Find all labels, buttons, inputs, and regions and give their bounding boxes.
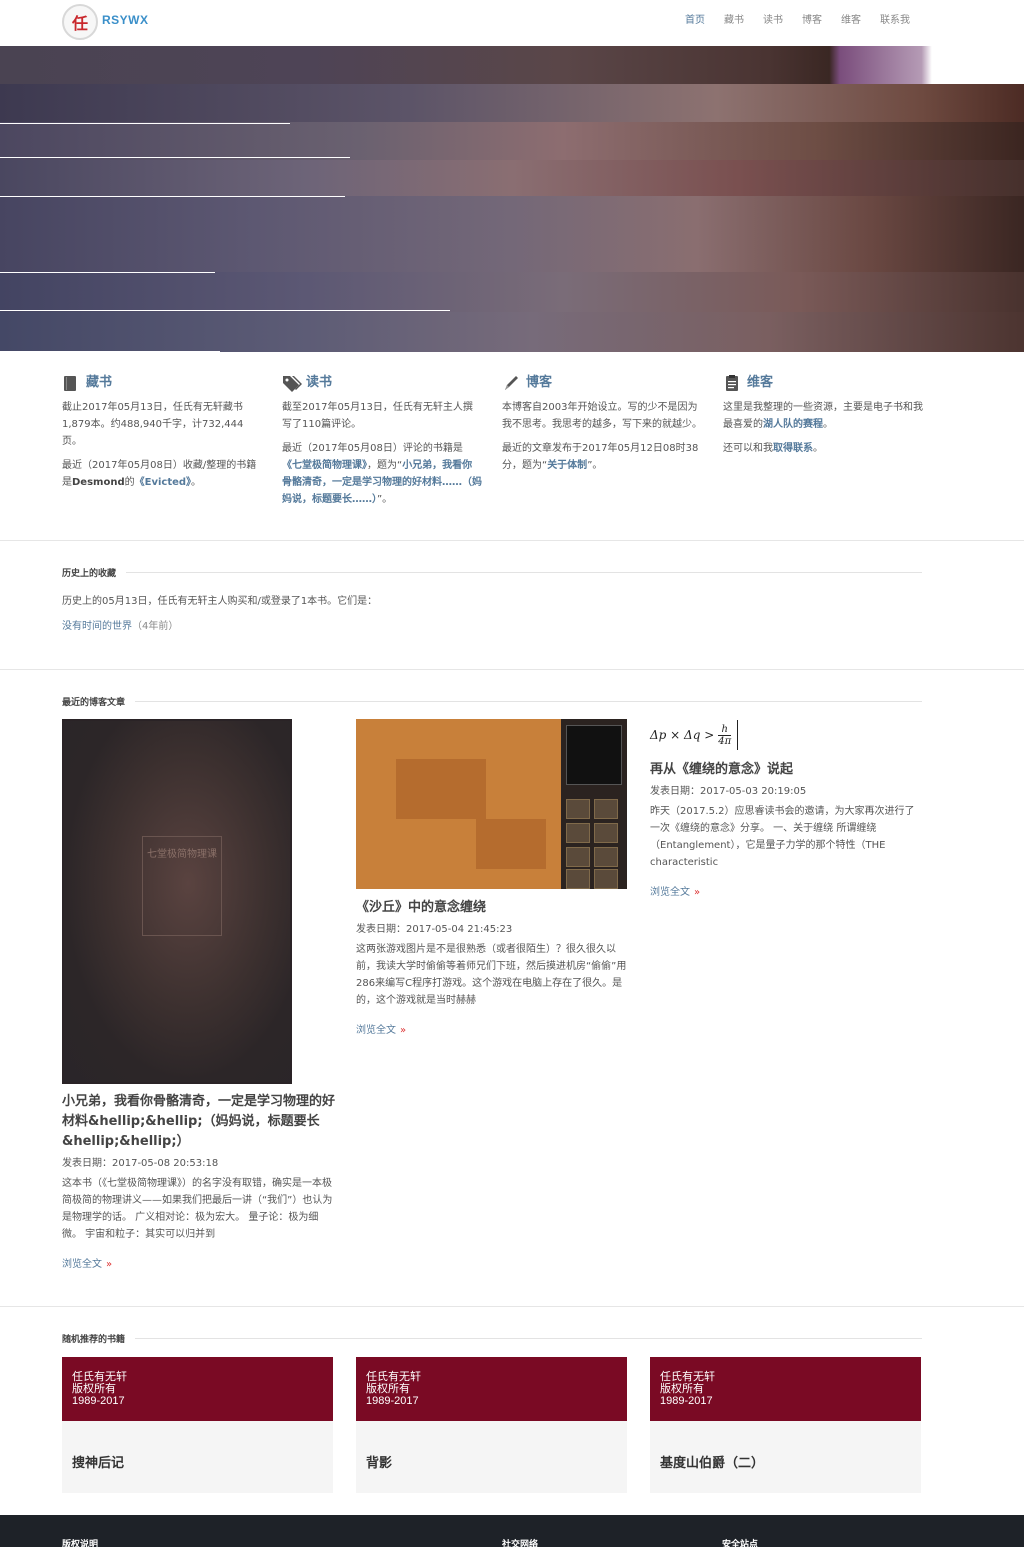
nav-collection[interactable]: 藏书: [724, 14, 744, 28]
book-cover-image[interactable]: 七堂极简物理课: [62, 719, 292, 1084]
feature-reading: 读书 截至2017年05月13日，任氏有无轩主人撰写了110篇评论。 最近（20…: [282, 372, 482, 515]
feature-text: 截至2017年05月13日，任氏有无轩主人撰写了110篇评论。: [282, 402, 473, 430]
post-excerpt: 这两张游戏图片是不是很熟悉（或者很陌生）？很久很久以前，我读大学时偷偷等着师兄们…: [356, 944, 627, 1006]
book-cover-title: 七堂极简物理课: [147, 849, 217, 860]
feature-text: 最近的文章发布于2017年05月12日08时38分，题为“关于体制”。: [502, 443, 699, 471]
site-footer: 版权说明 社交网络 安全站点: [0, 1515, 1024, 1547]
book-title[interactable]: 背影: [366, 1452, 392, 1471]
nav-contact[interactable]: 联系我: [880, 14, 910, 28]
site-header: 任 RSYWX 首页 藏书 读书 博客 维客 联系我: [0, 0, 1024, 46]
history-book-link[interactable]: 没有时间的世界: [62, 621, 132, 632]
divider: [0, 540, 1024, 541]
evicted-link[interactable]: 《Evicted》: [135, 477, 191, 488]
post-excerpt: 这本书（《七堂极简物理课》）的名字没有取错，确实是一本极简极简的物理讲义——如果…: [62, 1178, 333, 1240]
nav-reading[interactable]: 读书: [763, 14, 783, 28]
book-icon: [62, 374, 80, 392]
post-date: 发表日期：2017-05-03 20:19:05: [650, 786, 807, 797]
feature-title[interactable]: 维客: [747, 372, 773, 394]
lakers-schedule-link[interactable]: 湖人队的赛程: [763, 419, 823, 430]
blog-section-title: 最近的博客文章: [62, 695, 922, 708]
feature-collection: 藏书 截止2017年05月13日，任氏有无轩藏书1,879本。约488,940千…: [62, 372, 262, 498]
clipboard-icon: [723, 374, 741, 392]
feature-text: 最近（2017年05月08日）收藏/整理的书籍是Desmond的《Evicted…: [62, 460, 257, 488]
recommend-card[interactable]: 任氏有无轩 版权所有 1989-2017 背影: [356, 1357, 627, 1493]
read-more-link[interactable]: 浏览全文»: [650, 883, 920, 898]
recommend-card[interactable]: 任氏有无轩 版权所有 1989-2017 基度山伯爵（二）: [650, 1357, 921, 1493]
blog-post: 小兄弟，我看你骨骼清奇，一定是学习物理的好材料&hellip;&hellip;（…: [62, 1092, 337, 1270]
feature-title[interactable]: 博客: [526, 372, 552, 394]
blog-post: 再从《缠绕的意念》说起 发表日期：2017-05-03 20:19:05 昨天（…: [650, 760, 920, 898]
pencil-icon: [502, 374, 520, 392]
tags-icon: [282, 374, 302, 392]
book-title[interactable]: 基度山伯爵（二）: [660, 1452, 764, 1471]
history-title: 历史上的收藏: [62, 566, 922, 579]
feature-text: 还可以和我取得联系。: [723, 443, 823, 454]
feature-text: 本博客自2003年开始设立。写的少不是因为我不思考。我思考的越多，写下来的就越少…: [502, 402, 702, 430]
nav-home[interactable]: 首页: [685, 14, 705, 28]
post-date: 发表日期：2017-05-04 21:45:23: [356, 924, 513, 935]
latest-post-link[interactable]: 关于体制: [547, 460, 587, 471]
post-title[interactable]: 再从《缠绕的意念》说起: [650, 760, 920, 780]
recommend-section-title: 随机推荐的书籍: [62, 1332, 922, 1345]
read-more-link[interactable]: 浏览全文»: [62, 1255, 337, 1270]
features-section: 藏书 截止2017年05月13日，任氏有无轩藏书1,879本。约488,940千…: [62, 372, 923, 522]
blog-post: 《沙丘》中的意念缠绕 发表日期：2017-05-04 21:45:23 这两张游…: [356, 898, 631, 1036]
book-cover: 任氏有无轩 版权所有 1989-2017: [356, 1357, 627, 1421]
divider: [0, 1306, 1024, 1307]
feature-wiki: 维客 这里是我整理的一些资源，主要是电子书和我最喜爱的湖人队的赛程。 还可以和我…: [723, 372, 923, 464]
logo-icon[interactable]: 任: [62, 4, 98, 40]
read-more-link[interactable]: 浏览全文»: [356, 1021, 631, 1036]
hero-banner: [0, 46, 1024, 352]
history-item: 没有时间的世界（4年前）: [62, 621, 179, 632]
recommend-card[interactable]: 任氏有无轩 版权所有 1989-2017 搜神后记: [62, 1357, 333, 1493]
uncertainty-formula-image: Δp × Δq > h 4π: [650, 720, 739, 750]
feature-title[interactable]: 藏书: [86, 372, 112, 394]
post-title[interactable]: 小兄弟，我看你骨骼清奇，一定是学习物理的好材料&hellip;&hellip;（…: [62, 1092, 337, 1152]
divider: [0, 669, 1024, 670]
book-review-link[interactable]: 《七堂极简物理课》: [282, 460, 367, 471]
book-cover: 任氏有无轩 版权所有 1989-2017: [62, 1357, 333, 1421]
book-cover: 任氏有无轩 版权所有 1989-2017: [650, 1357, 921, 1421]
feature-text: 这里是我整理的一些资源，主要是电子书和我最喜爱的湖人队的赛程。: [723, 402, 923, 430]
post-date: 发表日期：2017-05-08 20:53:18: [62, 1158, 219, 1169]
history-text: 历史上的05月13日，任氏有无轩主人购买和/或登录了1本书。它们是：: [62, 596, 378, 607]
main-nav: 首页 藏书 读书 博客 维客 联系我: [666, 14, 910, 28]
logo-char: 任: [71, 14, 88, 33]
footer-copyright-title: 版权说明: [62, 1540, 99, 1547]
feature-blog: 博客 本博客自2003年开始设立。写的少不是因为我不思考。我思考的越多，写下来的…: [502, 372, 702, 481]
nav-wiki[interactable]: 维客: [841, 14, 861, 28]
feature-text: 最近（2017年05月08日）评论的书籍是《七堂极简物理课》，题为“小兄弟，我看…: [282, 443, 482, 505]
footer-security-title: 安全站点: [722, 1540, 759, 1547]
game-screenshot-image[interactable]: [356, 719, 627, 889]
feature-text: 截止2017年05月13日，任氏有无轩藏书1,879本。约488,940千字，计…: [62, 402, 244, 447]
contact-link[interactable]: 取得联系: [773, 443, 813, 454]
book-title[interactable]: 搜神后记: [72, 1452, 124, 1471]
post-excerpt: 昨天（2017.5.2）应思睿读书会的邀请，为大家再次进行了一次《缠绕的意念》分…: [650, 806, 915, 868]
post-title[interactable]: 《沙丘》中的意念缠绕: [356, 898, 631, 918]
logo-text[interactable]: RSYWX: [102, 13, 149, 27]
feature-title[interactable]: 读书: [306, 372, 332, 394]
footer-social-title: 社交网络: [502, 1540, 539, 1547]
nav-blog[interactable]: 博客: [802, 14, 822, 28]
